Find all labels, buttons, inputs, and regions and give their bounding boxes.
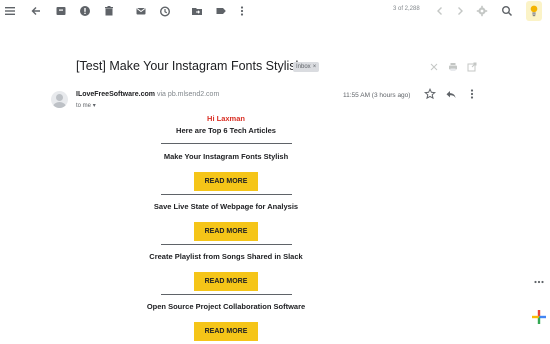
label-icon[interactable] [214, 4, 228, 18]
reply-icon[interactable] [444, 88, 457, 101]
print-icon[interactable] [448, 62, 458, 72]
side-panel-more-icon[interactable] [532, 276, 546, 291]
get-addons-plus-icon[interactable] [530, 308, 548, 326]
move-to-icon[interactable] [190, 4, 204, 18]
remove-label-icon[interactable]: × [313, 64, 317, 70]
chevron-left-icon[interactable] [433, 4, 447, 18]
intro-heading: Here are Top 6 Tech Articles [176, 126, 276, 135]
via-address: pb.mlsend2.com [167, 91, 220, 98]
divider [161, 294, 292, 295]
chevron-down-icon: ▾ [92, 103, 96, 109]
expand-icon[interactable] [429, 62, 439, 72]
delete-icon[interactable] [102, 4, 116, 18]
sender-line: ILoveFreeSoftware.com via pb.mlsend2.com [76, 91, 219, 98]
gear-icon[interactable] [475, 4, 489, 18]
divider [161, 143, 292, 144]
article-title[interactable]: Make Your Instagram Fonts Stylish [0, 152, 452, 161]
account-avatar-icon[interactable] [526, 1, 542, 21]
mark-unread-icon[interactable] [134, 4, 148, 18]
read-more-button[interactable]: READ MORE [194, 222, 258, 241]
article-title[interactable]: Open Source Project Collaboration Softwa… [0, 302, 452, 311]
more-vert-icon[interactable] [235, 4, 249, 18]
recipient-dropdown[interactable]: to me ▾ [76, 102, 96, 109]
email-timestamp: 11:55 AM (3 hours ago) [343, 92, 411, 99]
open-in-new-window-icon[interactable] [467, 62, 477, 72]
star-icon[interactable] [423, 87, 436, 101]
article-title[interactable]: Create Playlist from Songs Shared in Sla… [0, 252, 452, 261]
article-title[interactable]: Save Live State of Webpage for Analysis [0, 202, 452, 211]
sender-avatar [51, 91, 68, 108]
via-label: via [156, 91, 166, 98]
divider [161, 194, 292, 195]
inbox-label-chip[interactable]: Inbox × [293, 62, 320, 72]
message-more-icon[interactable] [465, 88, 478, 101]
read-more-button[interactable]: READ MORE [194, 322, 258, 341]
report-spam-icon[interactable] [78, 4, 92, 18]
archive-icon[interactable] [54, 4, 68, 18]
pagination-count: 3 of 2,288 [393, 6, 420, 12]
greeting: Hi Laxman [207, 114, 245, 123]
recipient-label: to me [76, 103, 92, 109]
toolbar: 3 of 2,288 [0, 0, 550, 22]
divider [161, 244, 292, 245]
read-more-button[interactable]: READ MORE [194, 272, 258, 291]
arrow-back-icon[interactable] [29, 4, 43, 18]
menu-icon[interactable] [3, 4, 17, 18]
sender-name: ILoveFreeSoftware.com [76, 91, 155, 98]
email-subject: [Test] Make Your Instagram Fonts Stylish [76, 59, 303, 73]
label-chip-text: Inbox [296, 64, 311, 70]
read-more-button[interactable]: READ MORE [194, 172, 258, 191]
search-icon[interactable] [500, 4, 514, 18]
chevron-right-icon[interactable] [453, 4, 467, 18]
snooze-icon[interactable] [158, 4, 172, 18]
